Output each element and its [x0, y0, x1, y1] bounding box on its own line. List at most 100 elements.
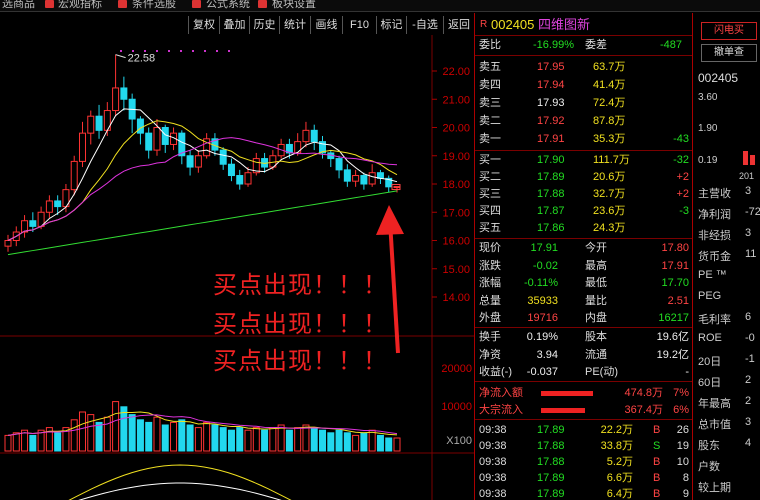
ask-price: 17.91 [537, 133, 565, 145]
ask-row: 卖一 17.91 35.3万 -43 [475, 131, 693, 148]
volume-bar [252, 427, 260, 452]
f10-button[interactable]: F10 [342, 16, 376, 34]
volume-bar [70, 419, 78, 452]
price-tick-label: 16.00 [442, 236, 470, 248]
ask-change: -43 [673, 133, 689, 145]
candle-body [227, 163, 235, 177]
tick-price: 17.89 [537, 424, 565, 436]
candle-body [360, 175, 368, 185]
back-button[interactable]: 返回 [443, 16, 474, 34]
sector-icon [258, 0, 267, 8]
stat-value: 17.91 [530, 242, 558, 254]
lightning-buy-button[interactable]: 闪电买 [701, 22, 757, 40]
volume-bar [285, 429, 293, 452]
menu-item-sector[interactable]: 板块设置 [272, 0, 316, 11]
price-tick-label: 22.00 [442, 66, 470, 78]
menu-item-screener[interactable]: 条件选股 [132, 0, 176, 11]
volume-bar [54, 432, 62, 452]
formula-icon [192, 0, 201, 8]
history-button[interactable]: 历史 [249, 16, 279, 34]
volume-bar [186, 424, 194, 452]
tick-side: B [653, 456, 661, 468]
market-r-icon: R [480, 19, 488, 30]
bid-label: 买一 [479, 154, 501, 166]
flow-label: 大宗流入 [479, 404, 523, 416]
side-row-value: 11 [745, 248, 757, 260]
top-dot [156, 50, 158, 52]
volume-bar [227, 429, 235, 452]
watchlist-button[interactable]: -自选 [406, 16, 443, 34]
side-axis-top: 3.60 [698, 92, 718, 103]
side-stock-code: 002405 [698, 71, 739, 85]
ask-row: 卖三 17.93 72.4万 [475, 95, 693, 112]
screener-icon [118, 0, 127, 8]
candle-body [153, 127, 161, 151]
stat2-label-2: 流通 [585, 348, 607, 361]
stock-name[interactable]: 四维图新 [538, 16, 590, 33]
price-tick-label: 21.00 [442, 94, 470, 106]
tick-count: 19 [676, 440, 689, 452]
flow-label: 净流入额 [479, 387, 523, 399]
stat2-row: 换手 0.19% 股本 19.6亿 [475, 329, 693, 346]
tick-side: S [653, 440, 661, 452]
bid-price: 17.90 [537, 154, 565, 166]
volume-bar [4, 434, 12, 452]
volume-bar [343, 432, 351, 452]
side-row-label: 60日 [698, 377, 722, 389]
restore-rights-button[interactable]: 复权 [188, 16, 219, 34]
price-tick-label: 18.00 [442, 179, 470, 191]
tick-time: 09:38 [479, 472, 507, 484]
side-row-value: -1 [745, 353, 755, 365]
stat-label: 涨跌 [479, 259, 501, 272]
side-row-label: PEG [698, 290, 722, 302]
buy-arrow-shaft [388, 220, 400, 354]
price-tick-label: 14.00 [442, 292, 470, 304]
statistics-button[interactable]: 统计 [279, 16, 310, 34]
bid-price: 17.86 [537, 222, 565, 234]
mark-button[interactable]: 标记 [376, 16, 406, 34]
menu-item-macro[interactable]: 宏观指标 [58, 0, 102, 11]
draw-line-button[interactable]: 画线 [310, 16, 342, 34]
candle-body [335, 158, 343, 171]
flow-value: 367.4万 [624, 404, 663, 416]
stat-value-2: 16217 [658, 312, 689, 324]
side-row-value: -72 [745, 206, 760, 218]
volume-bar [302, 424, 310, 452]
tick-time: 09:38 [479, 488, 507, 500]
tick-count: 10 [676, 456, 689, 468]
ask-price: 17.95 [537, 61, 565, 73]
indicator-icon [45, 0, 54, 8]
candle-body [145, 132, 153, 151]
cancel-query-button[interactable]: 撤单查 [701, 44, 757, 62]
ask-price: 17.92 [537, 115, 565, 127]
tick-row: 09:38 17.89 6.6万 B 8 [475, 470, 693, 487]
ask-volume: 63.7万 [593, 61, 626, 73]
bid-label: 买四 [479, 205, 501, 217]
overlay-button[interactable]: 叠加 [219, 16, 249, 34]
indicator-line-2 [78, 482, 282, 500]
high-label: 22.58 [128, 53, 156, 65]
candle-body [70, 160, 78, 191]
tick-volume: 6.4万 [606, 488, 633, 500]
stat-label-2: 最低 [585, 277, 607, 289]
side-row-value: 3 [745, 227, 752, 239]
stat-label: 外盘 [479, 312, 501, 324]
kline-chart[interactable]: 22.00 21.00 20.00 19.00 18.00 17.00 16.00 15.00… [0, 35, 474, 500]
ask-label: 卖五 [479, 61, 501, 73]
top-dot [228, 50, 230, 52]
stat-row: 外盘 19716 内盘 16217 [475, 310, 693, 327]
tick-count: 9 [682, 488, 689, 500]
top-dot [180, 50, 182, 52]
indicator-line [68, 464, 292, 500]
menu-item-0[interactable]: 选商品 [2, 0, 35, 11]
price-tick-label: 20.00 [442, 123, 470, 135]
candle-body [302, 129, 310, 143]
ask-volume: 35.3万 [593, 133, 626, 145]
candle-body [120, 87, 128, 100]
candle-body [194, 155, 202, 168]
stat2-value: -0.037 [526, 366, 558, 378]
tick-volume: 6.6万 [606, 472, 633, 484]
menu-item-formula[interactable]: 公式系统 [206, 0, 250, 11]
ask-label: 卖三 [479, 97, 501, 109]
stat2-value: 3.94 [536, 348, 558, 361]
